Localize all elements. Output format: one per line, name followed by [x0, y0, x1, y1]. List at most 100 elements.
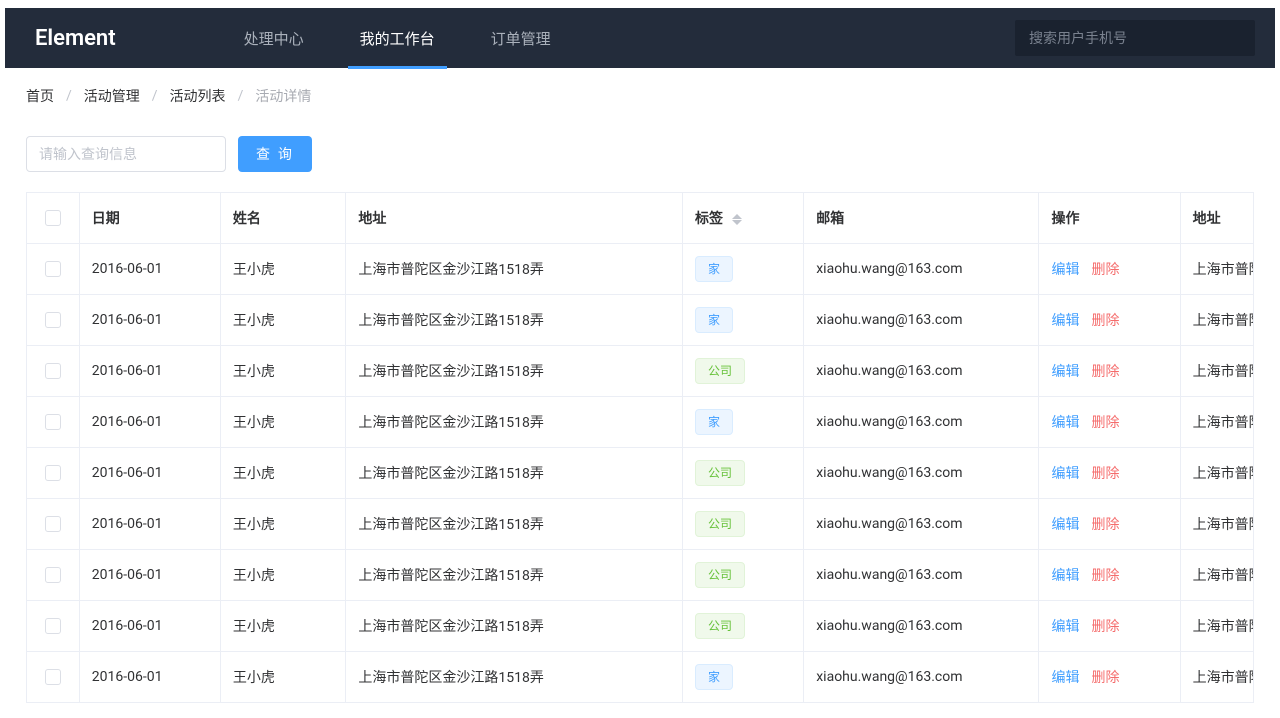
cell-date: 2016-06-01	[79, 600, 220, 651]
cell-email: xiaohu.wang@163.com	[804, 498, 1039, 549]
cell-operation: 编辑删除	[1039, 498, 1180, 549]
cell-operation: 编辑删除	[1039, 294, 1180, 345]
query-button[interactable]: 查 询	[238, 136, 312, 172]
row-checkbox[interactable]	[45, 618, 61, 634]
delete-button[interactable]: 删除	[1091, 619, 1119, 635]
cell-address2: 上海市普陀区	[1180, 345, 1254, 396]
row-checkbox[interactable]	[45, 567, 61, 583]
col-email[interactable]: 邮箱	[804, 193, 1039, 243]
cell-address2: 上海市普陀区	[1180, 549, 1254, 600]
nav-item-0[interactable]: 处理中心	[236, 8, 312, 68]
sort-icon[interactable]	[732, 214, 742, 225]
main-nav: 处理中心我的工作台订单管理	[236, 8, 559, 68]
tag-badge: 公司	[695, 562, 745, 588]
tag-badge: 公司	[695, 460, 745, 486]
table-row: 2016-06-01王小虎上海市普陀区金沙江路1518弄家xiaohu.wang…	[27, 396, 1254, 447]
tag-badge: 家	[695, 664, 733, 690]
cell-name: 王小虎	[220, 345, 345, 396]
breadcrumb-separator: /	[152, 88, 158, 104]
cell-date: 2016-06-01	[79, 549, 220, 600]
breadcrumb: 首页/活动管理/活动列表/活动详情	[0, 68, 1280, 124]
table-row: 2016-06-01王小虎上海市普陀区金沙江路1518弄公司xiaohu.wan…	[27, 600, 1254, 651]
cell-tag: 公司	[682, 600, 803, 651]
cell-email: xiaohu.wang@163.com	[804, 600, 1039, 651]
row-checkbox[interactable]	[45, 261, 61, 277]
cell-email: xiaohu.wang@163.com	[804, 651, 1039, 702]
col-name[interactable]: 姓名	[220, 193, 345, 243]
cell-tag: 公司	[682, 345, 803, 396]
tag-badge: 公司	[695, 613, 745, 639]
table-row: 2016-06-01王小虎上海市普陀区金沙江路1518弄家xiaohu.wang…	[27, 651, 1254, 702]
edit-button[interactable]: 编辑	[1051, 619, 1079, 635]
col-address[interactable]: 地址	[346, 193, 683, 243]
col-date[interactable]: 日期	[79, 193, 220, 243]
cell-date: 2016-06-01	[79, 498, 220, 549]
row-checkbox[interactable]	[45, 414, 61, 430]
cell-tag: 公司	[682, 498, 803, 549]
search-input[interactable]	[1015, 20, 1255, 56]
nav-item-2[interactable]: 订单管理	[483, 8, 559, 68]
cell-address2: 上海市普陀区	[1180, 447, 1254, 498]
delete-button[interactable]: 删除	[1091, 568, 1119, 584]
delete-button[interactable]: 删除	[1091, 262, 1119, 278]
breadcrumb-separator: /	[66, 88, 72, 104]
cell-name: 王小虎	[220, 294, 345, 345]
edit-button[interactable]: 编辑	[1051, 415, 1079, 431]
col-tag[interactable]: 标签	[682, 193, 803, 243]
breadcrumb-item[interactable]: 首页	[26, 86, 54, 106]
edit-button[interactable]: 编辑	[1051, 313, 1079, 329]
cell-address: 上海市普陀区金沙江路1518弄	[346, 294, 683, 345]
breadcrumb-current: 活动详情	[255, 86, 311, 106]
nav-item-1[interactable]: 我的工作台	[352, 8, 443, 68]
cell-operation: 编辑删除	[1039, 600, 1180, 651]
cell-tag: 家	[682, 243, 803, 294]
delete-button[interactable]: 删除	[1091, 670, 1119, 686]
cell-operation: 编辑删除	[1039, 345, 1180, 396]
table-row: 2016-06-01王小虎上海市普陀区金沙江路1518弄公司xiaohu.wan…	[27, 549, 1254, 600]
delete-button[interactable]: 删除	[1091, 466, 1119, 482]
cell-email: xiaohu.wang@163.com	[804, 294, 1039, 345]
row-checkbox[interactable]	[45, 465, 61, 481]
edit-button[interactable]: 编辑	[1051, 670, 1079, 686]
delete-button[interactable]: 删除	[1091, 364, 1119, 380]
cell-date: 2016-06-01	[79, 396, 220, 447]
breadcrumb-item[interactable]: 活动管理	[84, 86, 140, 106]
edit-button[interactable]: 编辑	[1051, 568, 1079, 584]
cell-date: 2016-06-01	[79, 447, 220, 498]
cell-date: 2016-06-01	[79, 651, 220, 702]
tag-badge: 家	[695, 256, 733, 282]
cell-operation: 编辑删除	[1039, 651, 1180, 702]
table-row: 2016-06-01王小虎上海市普陀区金沙江路1518弄家xiaohu.wang…	[27, 243, 1254, 294]
select-all-checkbox[interactable]	[45, 210, 61, 226]
table-header-row: 日期 姓名 地址 标签 邮箱 操作 地址	[27, 193, 1254, 243]
edit-button[interactable]: 编辑	[1051, 364, 1079, 380]
cell-address: 上海市普陀区金沙江路1518弄	[346, 396, 683, 447]
edit-button[interactable]: 编辑	[1051, 466, 1079, 482]
cell-operation: 编辑删除	[1039, 396, 1180, 447]
edit-button[interactable]: 编辑	[1051, 262, 1079, 278]
col-address2[interactable]: 地址	[1180, 193, 1254, 243]
delete-button[interactable]: 删除	[1091, 313, 1119, 329]
cell-name: 王小虎	[220, 243, 345, 294]
cell-operation: 编辑删除	[1039, 243, 1180, 294]
cell-operation: 编辑删除	[1039, 447, 1180, 498]
row-checkbox[interactable]	[45, 312, 61, 328]
row-checkbox[interactable]	[45, 363, 61, 379]
col-tag-label: 标签	[695, 211, 723, 227]
tag-badge: 家	[695, 409, 733, 435]
cell-address: 上海市普陀区金沙江路1518弄	[346, 549, 683, 600]
delete-button[interactable]: 删除	[1091, 517, 1119, 533]
cell-date: 2016-06-01	[79, 345, 220, 396]
breadcrumb-item[interactable]: 活动列表	[170, 86, 226, 106]
edit-button[interactable]: 编辑	[1051, 517, 1079, 533]
query-input[interactable]	[26, 136, 226, 172]
cell-address: 上海市普陀区金沙江路1518弄	[346, 447, 683, 498]
cell-email: xiaohu.wang@163.com	[804, 345, 1039, 396]
delete-button[interactable]: 删除	[1091, 415, 1119, 431]
cell-email: xiaohu.wang@163.com	[804, 396, 1039, 447]
cell-name: 王小虎	[220, 651, 345, 702]
row-checkbox[interactable]	[45, 516, 61, 532]
cell-address2: 上海市普陀区	[1180, 243, 1254, 294]
col-operation[interactable]: 操作	[1039, 193, 1180, 243]
row-checkbox[interactable]	[45, 669, 61, 685]
